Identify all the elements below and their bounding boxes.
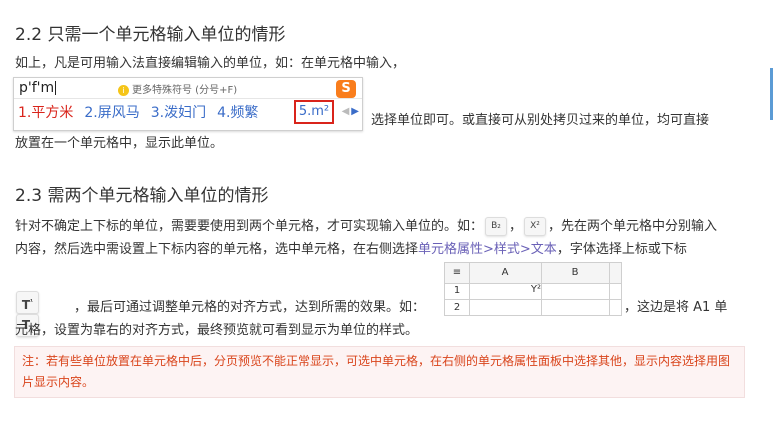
sheet-row-1[interactable]: 1 [445, 283, 469, 299]
sheet-col-a[interactable]: A [469, 265, 541, 281]
section1-after-ime: 选择单位即可。或直接可从别处拷贝过来的单位，均可直接 [371, 113, 710, 128]
left-arrow-icon[interactable]: ◀ [342, 106, 350, 117]
section2-line4: 元格，设置为靠右的对齐方式，最终预览就可看到显示为单位的样式。 [15, 323, 419, 338]
right-arrow-icon[interactable]: ▶ [351, 106, 359, 117]
sheet-col-b[interactable]: B [541, 265, 609, 281]
section2-line1: 针对不确定上下标的单位，需要要使用到两个单元格，才可实现输入单位的。如： B₂， X… [15, 217, 718, 236]
section-heading-2-2: 2.2 只需一个单元格输入单位的情形 [15, 25, 286, 45]
note-box: 注：若有些单位放置在单元格中后，分页预览不能正常显示，可选中单元格，在右侧的单元… [14, 346, 745, 398]
ime-hint[interactable]: i 更多特殊符号 (分号+F) [118, 81, 237, 96]
sheet-corner[interactable]: ≡ [445, 265, 469, 281]
ime-candidates: 1.平方米 2.屏风马 3.泼妇门 4.频繁 [18, 102, 269, 122]
superscript-example-chip: X² [524, 217, 547, 236]
ime-candidate-4[interactable]: 4.频繁 [217, 105, 258, 121]
sheet-cell-a1[interactable]: Y² [469, 282, 541, 298]
spreadsheet-preview: ≡ A B 1 Y² 2 [444, 262, 622, 316]
section1-line3: 放置在一个单元格中，显示此单位。 [15, 136, 224, 151]
ime-candidate-5-selected[interactable]: 5.m² [294, 100, 334, 124]
cell-style-path-link[interactable]: 单元格属性>样式>文本 [418, 242, 557, 257]
superscript-button[interactable]: T¹ [16, 291, 39, 314]
superscript-subscript-buttons: T¹ T₁ [16, 291, 64, 337]
section2-line3-b: ，这边是将 A1 单 [624, 300, 728, 315]
ime-pinyin: p'f'm [19, 80, 57, 96]
ime-candidate-window: p'f'm i 更多特殊符号 (分号+F) S 1.平方米 2.屏风马 3.泼妇门 4.… [13, 77, 363, 131]
section-heading-2-3: 2.3 需两个单元格输入单位的情形 [15, 186, 269, 206]
section2-line3-a: ，最后可通过调整单元格的对齐方式，达到所需的效果。如： [74, 300, 426, 315]
ime-candidate-2[interactable]: 2.屏风马 [84, 105, 139, 121]
ime-candidate-3[interactable]: 3.泼妇门 [151, 105, 206, 121]
sogou-logo-icon: S [336, 80, 356, 98]
info-icon: i [118, 84, 129, 96]
section1-intro: 如上，凡是可用输入法直接编辑输入的单位，如：在单元格中输入， [15, 56, 406, 71]
sheet-row-2[interactable]: 2 [445, 300, 469, 316]
subscript-example-chip: B₂ [485, 217, 508, 236]
ime-candidate-1[interactable]: 1.平方米 [18, 105, 73, 121]
section2-line2: 内容，然后选中需设置上下标内容的单元格，选中单元格，在右侧选择单元格属性>样式>… [15, 242, 687, 257]
